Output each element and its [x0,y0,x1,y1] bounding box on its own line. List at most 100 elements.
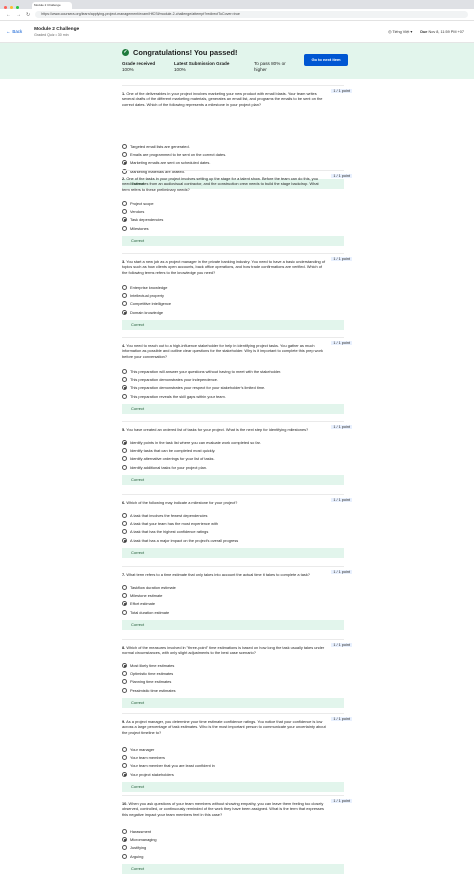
answer-option[interactable]: Your project stakeholders [122,770,344,778]
correct-feedback: Correct [122,547,344,558]
answer-option[interactable]: This preparation reveals the skill gaps … [122,392,344,400]
radio-button[interactable] [122,225,127,231]
radio-button[interactable] [122,284,127,290]
answer-option[interactable]: Effort estimate [122,600,344,608]
correct-feedback: Correct [122,474,344,485]
radio-button[interactable] [122,755,127,761]
answer-option[interactable]: Planning time estimates [122,678,344,686]
radio-button[interactable] [122,828,127,834]
answer-option[interactable]: This preparation will answer your questi… [122,367,344,375]
radio-button[interactable] [122,584,127,590]
radio-button[interactable] [122,763,127,769]
radio-button[interactable] [122,853,127,859]
forward-arrow-icon[interactable]: → [16,12,21,18]
option-label: Your manager [130,746,155,752]
answer-option[interactable]: Identify additional tasks for your proje… [122,463,344,471]
answer-option[interactable]: Domain knowledge [122,308,344,316]
radio-button[interactable] [122,845,127,851]
radio-button[interactable] [122,448,127,454]
radio-button[interactable] [122,601,127,607]
radio-button[interactable] [122,512,127,518]
radio-button[interactable] [122,537,127,543]
radio-button[interactable] [122,439,127,445]
answer-option[interactable]: A task that your team has the most exper… [122,519,344,527]
correct-feedback: Correct [122,697,344,708]
radio-button[interactable] [122,521,127,527]
options-list: Most likely time estimates Optimistic tim… [122,661,344,708]
back-arrow-icon[interactable]: ← [6,12,11,18]
radio-button[interactable] [122,529,127,535]
browser-tab[interactable]: Module 2 Challenge [32,2,72,9]
answer-option[interactable]: Competitive intelligence [122,300,344,308]
options-list: Project scope Vendors Task dependencies Mil… [122,199,344,246]
radio-button[interactable] [122,771,127,777]
radio-button[interactable] [122,687,127,693]
radio-button[interactable] [122,464,127,470]
radio-button[interactable] [122,456,127,462]
due-date: Due Nov 8, 11:59 PM +07 [420,29,464,34]
answer-option[interactable]: Arguing [122,852,344,860]
radio-button[interactable] [122,160,127,166]
radio-button[interactable] [122,293,127,299]
radio-button[interactable] [122,746,127,752]
answer-option[interactable]: Marketing emails are sent on scheduled d… [122,159,344,167]
language-selector[interactable]: ◎ Tiếng Việt ▾ [388,29,412,34]
answer-option[interactable]: Most likely time estimates [122,661,344,669]
answer-option[interactable]: Optimistic time estimates [122,669,344,677]
radio-button[interactable] [122,217,127,223]
radio-button[interactable] [122,593,127,599]
back-button[interactable]: ← Back [6,29,28,34]
answer-option[interactable]: Identify tasks that can be completed mos… [122,446,344,454]
radio-button[interactable] [122,209,127,215]
radio-button[interactable] [122,679,127,685]
answer-option[interactable]: A task that has the highest confidence r… [122,528,344,536]
answer-option[interactable]: Task dependencies [122,216,344,224]
answer-option[interactable]: This preparation demonstrates your respe… [122,384,344,392]
answer-option[interactable]: Intellectual property [122,291,344,299]
maximize-window-icon[interactable] [16,6,19,9]
radio-button[interactable] [122,368,127,374]
answer-option[interactable]: This preparation demonstrates your indep… [122,375,344,383]
answer-option[interactable]: Vendors [122,207,344,215]
answer-option[interactable]: Pessimistic time estimates [122,686,344,694]
answer-option[interactable]: Identify alternative orderings for your … [122,455,344,463]
radio-button[interactable] [122,385,127,391]
radio-button[interactable] [122,662,127,668]
radio-button[interactable] [122,671,127,677]
answer-option[interactable]: A task that involves the fewest dependen… [122,511,344,519]
radio-button[interactable] [122,393,127,399]
close-window-icon[interactable] [4,6,7,9]
answer-option[interactable]: Harassment [122,827,344,835]
answer-option[interactable]: Total duration estimate [122,608,344,616]
question-text: 5. You have created an ordered list of t… [122,427,309,432]
reload-icon[interactable]: ↻ [26,12,30,18]
radio-button[interactable] [122,609,127,615]
answer-option[interactable]: Enterprise knowledge [122,283,344,291]
next-item-button[interactable]: Go to next item [304,54,348,66]
radio-button[interactable] [122,200,127,206]
answer-option[interactable]: Identify points in the task list where y… [122,438,344,446]
radio-button[interactable] [122,301,127,307]
answer-option[interactable]: Milestones [122,224,344,232]
answer-option[interactable]: Emails are programmed to be sent on the … [122,150,344,158]
option-label: Task dependencies [130,217,164,223]
answer-option[interactable]: Your team members [122,753,344,761]
answer-option[interactable]: A task that has a major impact on the pr… [122,536,344,544]
radio-button[interactable] [122,837,127,843]
answer-option[interactable]: Targeted email lists are generated. [122,142,344,150]
answer-option[interactable]: Your manager [122,745,344,753]
answer-option[interactable]: Justifying [122,844,344,852]
radio-button[interactable] [122,377,127,383]
answer-option[interactable]: Your team member that you are least conf… [122,762,344,770]
url-field[interactable]: https://www.coursera.org/learn/applying-… [35,11,468,18]
option-label: This preparation will answer your questi… [130,368,282,374]
question-text: 4. You need to reach out to a high-influ… [122,343,323,359]
radio-button[interactable] [122,152,127,158]
radio-button[interactable] [122,143,127,149]
answer-option[interactable]: Micromanaging [122,835,344,843]
answer-option[interactable]: Taskflow duration estimate [122,583,344,591]
answer-option[interactable]: Milestone estimate [122,591,344,599]
minimize-window-icon[interactable] [10,6,13,9]
answer-option[interactable]: Project scope [122,199,344,207]
radio-button[interactable] [122,309,127,315]
